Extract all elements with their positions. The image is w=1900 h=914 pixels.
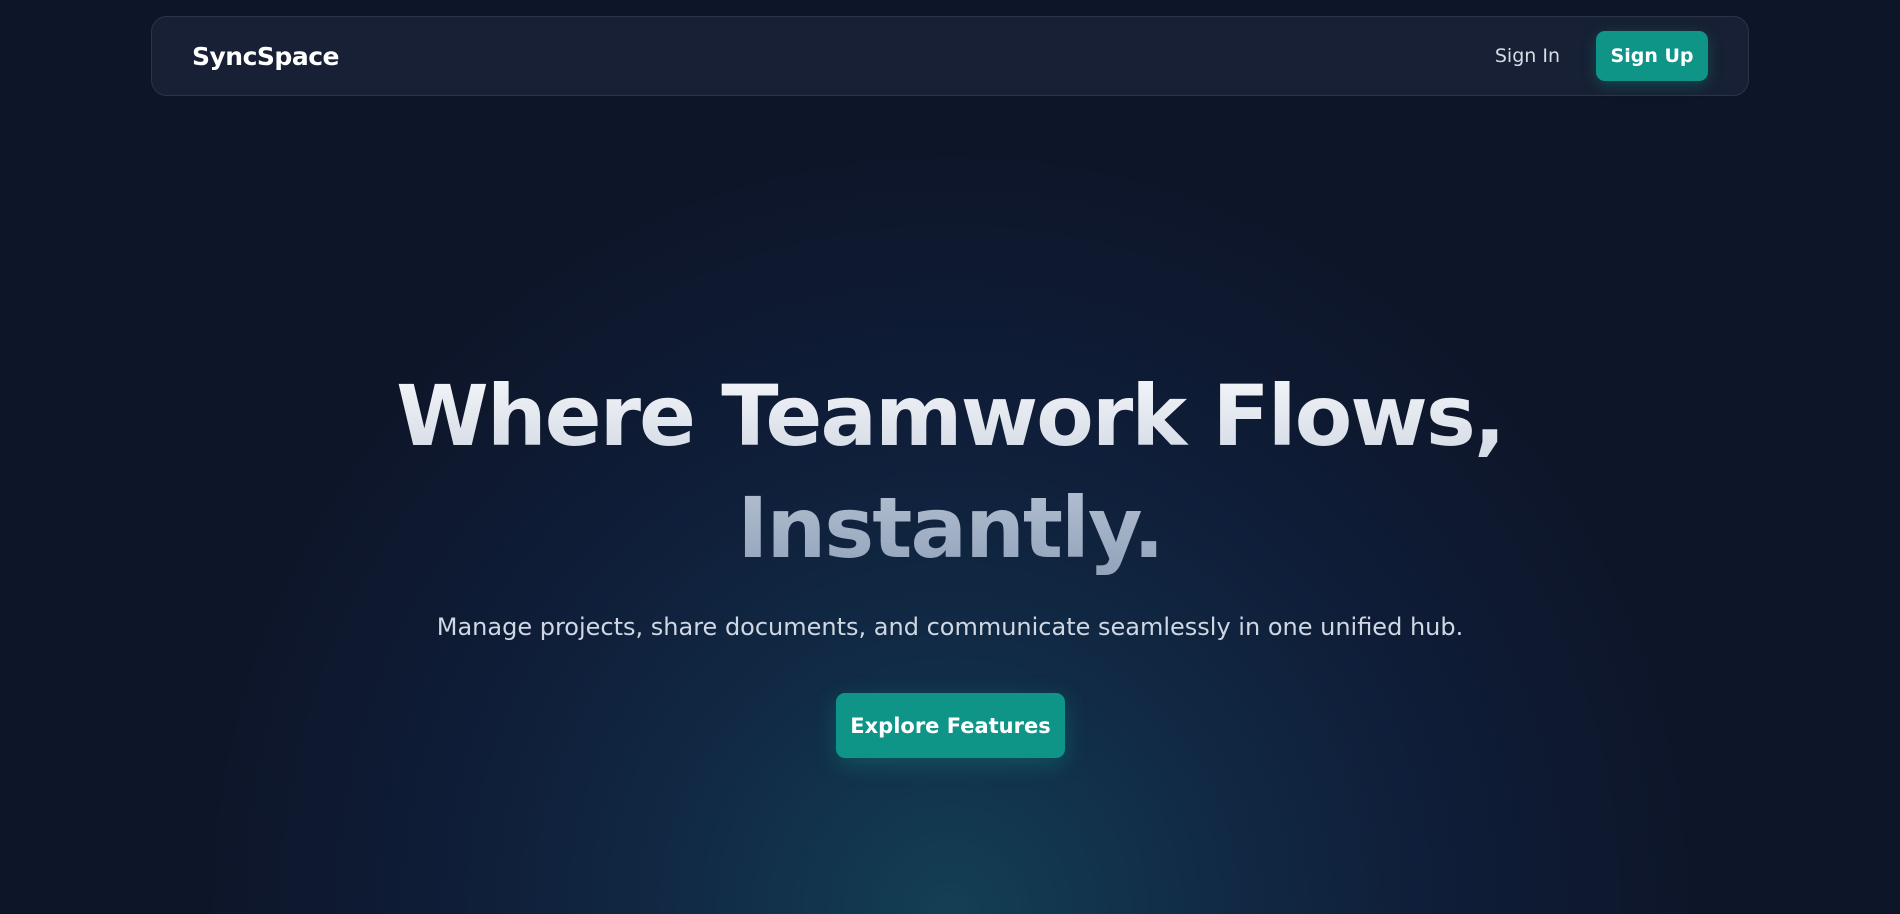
hero-headline-line1: Where Teamwork Flows, bbox=[0, 360, 1900, 472]
hero-headline: Where Teamwork Flows, Instantly. bbox=[0, 360, 1900, 584]
hero-subheadline: Manage projects, share documents, and co… bbox=[436, 613, 1464, 641]
hero-section: Where Teamwork Flows, Instantly. Manage … bbox=[0, 0, 1900, 914]
explore-features-button[interactable]: Explore Features bbox=[836, 693, 1065, 758]
hero-headline-line2: Instantly. bbox=[0, 472, 1900, 584]
